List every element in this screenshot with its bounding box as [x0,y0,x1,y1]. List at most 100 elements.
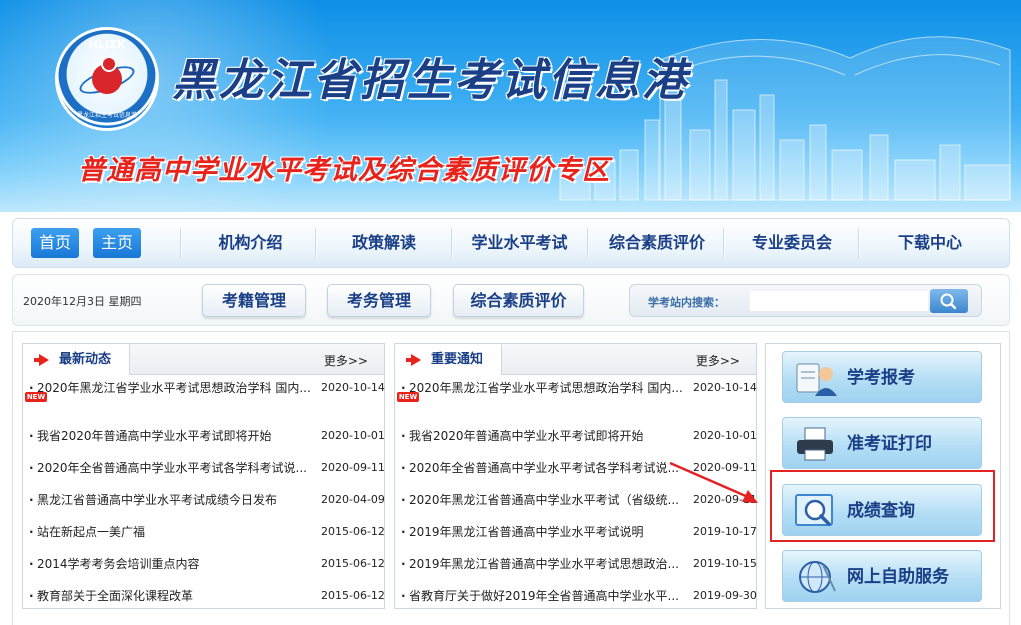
search-button[interactable] [930,289,968,313]
bullet: · [401,429,406,443]
site-search: 学考站内搜索： [629,284,982,317]
latest-news-tab[interactable]: 最新动态 [23,344,131,375]
site-subtitle: 普通高中学业水平考试及综合素质评价专区 [78,155,610,186]
list-item[interactable]: · 站在新起点一美广福 2015-06-12 [29,523,387,541]
online-self-service-button[interactable]: 网上自助服务 [782,550,982,602]
news-date: 2020-04-09 [321,493,385,506]
bullet: · [401,493,406,507]
list-item[interactable]: · 2020年全省普通高中学业水平考试各学科考试说... 2020-09-11 [29,459,387,477]
arrow-right-icon [34,354,49,366]
nav-divider [858,228,859,258]
more-link[interactable]: 更多>> [324,352,368,369]
nav-item-organization[interactable]: 机构介绍 [183,219,318,267]
news-title[interactable]: 2014学考考务会培训重点内容 [37,555,317,573]
list-item[interactable]: · 省教育厅关于做好2019年全省普通高中学业水平... 2019-09-30 [401,587,759,605]
news-title[interactable]: 我省2020年普通高中学业水平考试即将开始 [37,427,317,445]
notice-title[interactable]: 2020年黑龙江省学业水平考试思想政治学科 国内... [409,379,687,397]
notice-title[interactable]: 我省2020年普通高中学业水平考试即将开始 [409,427,687,445]
list-item[interactable]: · 2019年黑龙江省普通高中学业水平考试思想政治... 2019-10-15 [401,555,759,573]
notice-date: 2019-09-30 [693,589,757,602]
list-item[interactable]: · 2020年黑龙江省学业水平考试思想政治学科 国内... 2020-10-14 [401,379,759,397]
bullet: · [401,461,406,475]
notice-date: 2020-10-14 [693,381,757,394]
bullet: · [401,381,406,395]
notice-date: 2020-09-11 [693,461,757,474]
bullet: · [29,381,34,395]
search-input[interactable] [750,291,928,311]
notice-title[interactable]: 2019年黑龙江省普通高中学业水平考试思想政治... [409,555,687,573]
registry-management-button[interactable]: 考籍管理 [202,284,306,317]
printer-icon [797,427,833,461]
news-title[interactable]: 2020年全省普通高中学业水平考试各学科考试说... [37,459,317,477]
quality-evaluation-button[interactable]: 综合素质评价 [453,284,584,317]
list-item[interactable]: · 我省2020年普通高中学业水平考试即将开始 2020-10-01 [29,427,387,445]
notice-date: 2019-10-17 [693,525,757,538]
current-date: 2020年12月3日 星期四 [23,295,142,308]
list-item[interactable]: · 2020年全省普通高中学业水平考试各学科考试说... 2020-09-11 [401,459,759,477]
logo-abbreviation: HLJZK [88,38,126,51]
nav-main-link[interactable]: 主页 [93,228,142,258]
exam-affairs-button[interactable]: 考务管理 [327,284,431,317]
notice-title[interactable]: 2020年全省普通高中学业水平考试各学科考试说... [409,459,687,477]
list-item[interactable]: · 教育部关于全面深化课程改革 2015-06-12 [29,587,387,605]
arrow-right-icon [406,354,421,366]
notice-date: 2019-10-15 [693,557,757,570]
bullet: · [29,493,34,507]
list-item[interactable]: · 2020年黑龙江省学业水平考试思想政治学科 国内... 2020-10-14 [29,379,387,397]
logo-figure-icon [92,56,122,94]
important-notices-panel: 重要通知 更多>> NEW · 2020年黑龙江省学业水平考试思想政治学科 国内.… [394,343,757,609]
nav-divider [587,228,588,258]
news-title[interactable]: 站在新起点一美广福 [37,523,317,541]
nav-divider [723,228,724,258]
logo-subtext: 黑龙江招生考试信息港 [76,112,137,119]
tab-label: 重要通知 [431,352,484,367]
list-item[interactable]: · 2020年黑龙江省普通高中学业水平考试（省级统... 2020-09-11 [401,491,759,509]
panel-header: 重要通知 更多>> [395,344,756,375]
highlight-box [770,470,995,542]
nav-item-committee[interactable]: 专业委员会 [725,219,859,267]
important-notices-tab[interactable]: 重要通知 [395,344,503,375]
main-nav: 首页 主页 机构介绍 政策解读 学业水平考试 综合素质评价 专业委员会 下载中心 [12,218,1010,268]
panel-header: 最新动态 更多>> [23,344,384,375]
search-icon [940,293,957,310]
globe-icon [799,561,836,593]
user-profile-icon [796,363,837,396]
nav-item-policy[interactable]: 政策解读 [318,219,450,267]
bullet: · [29,461,34,475]
notice-date: 2020-10-01 [693,429,757,442]
page: HLJZK 黑龙江招生考试信息港 黑龙江省招生考试信息港 普通高中学业水平考试及… [0,0,1021,625]
notice-title[interactable]: 2020年黑龙江省普通高中学业水平考试（省级统... [409,491,687,509]
news-date: 2020-09-11 [321,461,385,474]
bullet: · [29,525,34,539]
bullet: · [29,429,34,443]
site-title: 黑龙江省招生考试信息港 [172,55,689,106]
news-date: 2015-06-12 [321,557,385,570]
list-item[interactable]: · 我省2020年普通高中学业水平考试即将开始 2020-10-01 [401,427,759,445]
news-title[interactable]: 教育部关于全面深化课程改革 [37,587,317,605]
exam-registration-button[interactable]: 学考报考 [782,351,982,403]
news-title[interactable]: 黑龙江省普通高中学业水平考试成绩今日发布 [37,491,317,509]
latest-news-panel: 最新动态 更多>> NEW · 2020年黑龙江省学业水平考试思想政治学科 国内.… [22,343,385,609]
nav-item-academic-exam[interactable]: 学业水平考试 [453,219,586,267]
news-title[interactable]: 2020年黑龙江省学业水平考试思想政治学科 国内... [37,379,317,397]
nav-home-link[interactable]: 首页 [31,228,80,258]
nav-divider [315,228,316,258]
nav-divider [180,228,181,258]
header-banner: HLJZK 黑龙江招生考试信息港 黑龙江省招生考试信息港 普通高中学业水平考试及… [0,0,1021,212]
news-date: 2015-06-12 [321,589,385,602]
bullet: · [401,589,406,603]
more-link[interactable]: 更多>> [696,352,740,369]
list-item[interactable]: · 黑龙江省普通高中学业水平考试成绩今日发布 2020-04-09 [29,491,387,509]
site-logo[interactable]: HLJZK 黑龙江招生考试信息港 [58,30,156,128]
service-label: 网上自助服务 [847,567,949,587]
nav-item-quality-evaluation[interactable]: 综合素质评价 [589,219,725,267]
notice-title[interactable]: 2019年黑龙江省普通高中学业水平考试说明 [409,523,687,541]
bullet: · [401,557,406,571]
service-label: 学考报考 [847,368,915,388]
admission-ticket-print-button[interactable]: 准考证打印 [782,417,982,469]
nav-item-downloads[interactable]: 下载中心 [860,219,1000,267]
news-date: 2015-06-12 [321,525,385,538]
list-item[interactable]: · 2014学考考务会培训重点内容 2015-06-12 [29,555,387,573]
notice-title[interactable]: 省教育厅关于做好2019年全省普通高中学业水平... [409,587,687,605]
list-item[interactable]: · 2019年黑龙江省普通高中学业水平考试说明 2019-10-17 [401,523,759,541]
